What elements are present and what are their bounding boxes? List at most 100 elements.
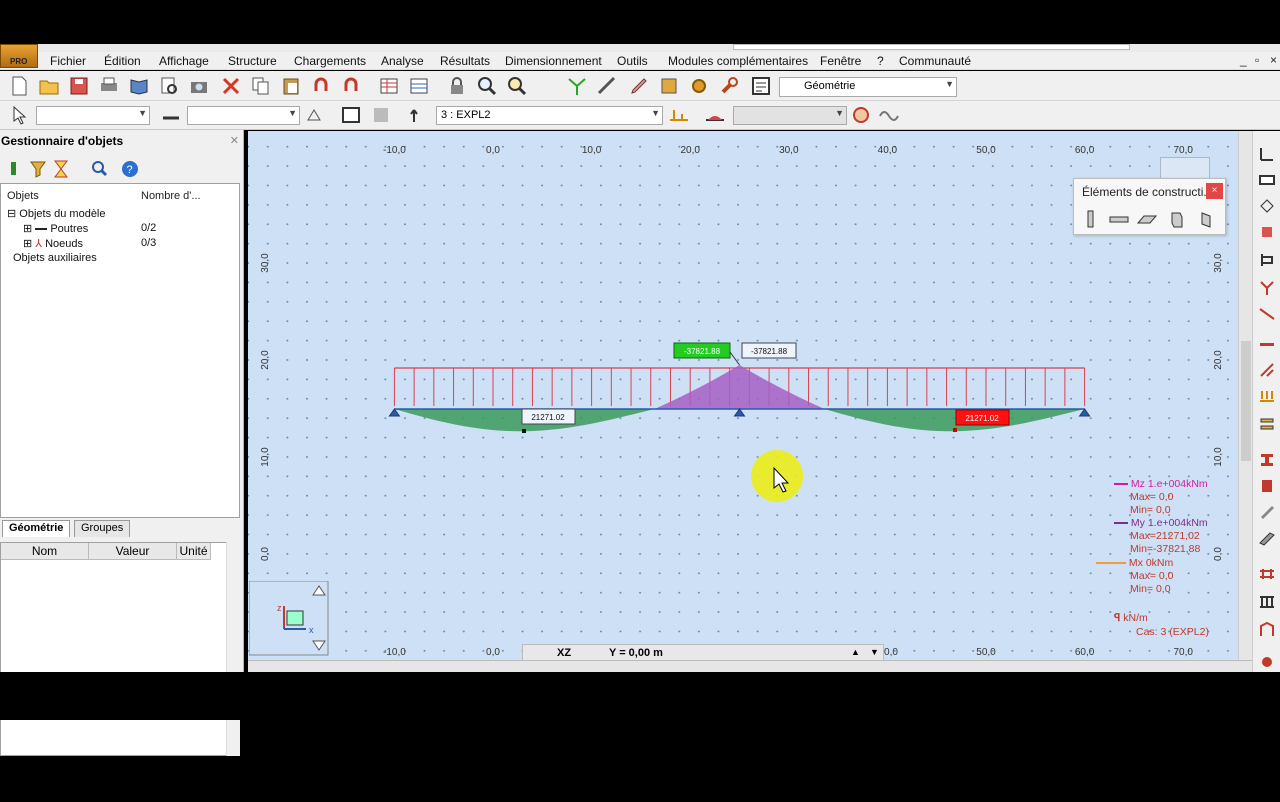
close-icon[interactable]: × — [1206, 183, 1223, 199]
tree-item-beams[interactable]: ⊞ Poutres — [23, 222, 88, 235]
slab-icon[interactable] — [1136, 209, 1158, 229]
horizontal-scrollbar[interactable] — [248, 660, 1252, 672]
menu-outils[interactable]: Outils — [617, 54, 648, 68]
selection-combo[interactable]: ▼ — [36, 106, 150, 125]
settings-icon[interactable] — [688, 75, 710, 97]
mesh-icon[interactable] — [370, 104, 392, 126]
line-tool-icon[interactable] — [1258, 305, 1276, 323]
menu-fichier[interactable]: Fichier — [50, 54, 86, 68]
menu-modules[interactable]: Modules complémentaires — [668, 54, 808, 68]
material-icon[interactable] — [1258, 503, 1276, 521]
rotate-icon[interactable] — [1258, 197, 1276, 215]
load-case-combo[interactable]: 3 : EXPL2 ▼ — [436, 106, 663, 125]
print-preview-icon[interactable] — [158, 75, 180, 97]
vertical-scrollbar[interactable] — [1238, 131, 1252, 660]
load-tool-icon[interactable] — [1258, 361, 1276, 379]
hide-icon[interactable] — [850, 104, 872, 126]
zoom-icon[interactable] — [476, 75, 498, 97]
plane-label[interactable]: XZ — [557, 647, 571, 659]
tree-item-model[interactable]: ⊟ Objets du modèle — [7, 207, 106, 220]
menu-communaute[interactable]: Communauté — [899, 54, 971, 68]
minimize-button[interactable]: _ — [1240, 53, 1247, 67]
open-folder-icon[interactable] — [38, 75, 60, 97]
close-button[interactable]: × — [1270, 53, 1277, 67]
profile-icon[interactable] — [1258, 477, 1276, 495]
wave-icon[interactable] — [878, 104, 900, 126]
load-display-icon[interactable] — [668, 104, 690, 126]
scroll-thumb[interactable] — [1241, 341, 1251, 461]
release-icon[interactable] — [1258, 251, 1276, 269]
axis-triad[interactable]: zx — [249, 581, 329, 656]
i-beam-icon[interactable] — [1258, 451, 1276, 469]
distributed-load-icon[interactable] — [1258, 387, 1276, 405]
view-combo[interactable]: Géométrie ▼ — [779, 77, 957, 97]
beam-icon[interactable] — [1108, 209, 1130, 229]
node-tool-icon[interactable] — [1258, 279, 1276, 297]
lock-icon[interactable] — [446, 75, 468, 97]
menu-analyse[interactable]: Analyse — [381, 54, 424, 68]
axis-icon[interactable] — [1258, 145, 1276, 163]
moment-tool-icon[interactable] — [1258, 415, 1276, 433]
tree-item-aux[interactable]: Objets auxiliaires — [13, 252, 97, 264]
help-icon[interactable]: ? — [119, 158, 141, 180]
copy-icon[interactable] — [250, 75, 272, 97]
structure-icon[interactable] — [1258, 621, 1276, 639]
menu-structure[interactable]: Structure — [228, 54, 277, 68]
close-icon[interactable]: ✕ — [230, 134, 239, 147]
pointer-icon[interactable] — [8, 104, 30, 126]
display-icon[interactable] — [340, 104, 362, 126]
paste-icon[interactable] — [280, 75, 302, 97]
restore-button[interactable]: ▫ — [1255, 53, 1259, 67]
menu-edition[interactable]: Édition — [104, 54, 141, 68]
section-view-icon[interactable] — [1258, 171, 1276, 189]
menu-fenetre[interactable]: Fenêtre — [820, 54, 861, 68]
extra-tool-icon[interactable] — [1258, 653, 1276, 671]
mesh-tool-icon[interactable] — [1258, 565, 1276, 583]
tab-groupes[interactable]: Groupes — [74, 520, 131, 537]
menu-resultats[interactable]: Résultats — [440, 54, 490, 68]
new-file-icon[interactable] — [8, 75, 30, 97]
search-icon[interactable] — [89, 158, 111, 180]
arrow-down-icon[interactable]: ▼ — [870, 647, 879, 657]
diagram-icon[interactable] — [704, 104, 726, 126]
bar-type-combo[interactable]: ▼ — [187, 106, 300, 125]
report-icon[interactable] — [750, 75, 772, 97]
delete-icon[interactable] — [220, 75, 242, 97]
wrench-icon[interactable] — [718, 75, 740, 97]
filter-icon[interactable] — [27, 158, 49, 180]
print-icon[interactable] — [98, 75, 120, 97]
book-icon[interactable] — [128, 75, 150, 97]
hourglass-icon[interactable] — [50, 158, 72, 180]
tree-item-nodes[interactable]: ⊞ ⅄ Noeuds — [23, 237, 83, 250]
load-case-icon[interactable] — [409, 104, 431, 126]
zoom-all-icon[interactable] — [506, 75, 528, 97]
table-icon[interactable] — [378, 75, 400, 97]
pen-icon[interactable]: ╱ — [4, 773, 11, 787]
menu-dimensionnement[interactable]: Dimensionnement — [505, 54, 602, 68]
panel-scrollbar[interactable] — [226, 542, 240, 756]
node-icon[interactable] — [566, 75, 588, 97]
redo-icon[interactable] — [340, 75, 362, 97]
menu-chargements[interactable]: Chargements — [294, 54, 366, 68]
menu-affichage[interactable]: Affichage — [159, 54, 209, 68]
property-icon[interactable] — [304, 104, 326, 126]
grid-tool-icon[interactable] — [1258, 593, 1276, 611]
y-value[interactable]: Y = 0,00 m — [609, 647, 663, 659]
tab-geometrie[interactable]: Géométrie — [2, 520, 71, 537]
spreadsheet-icon[interactable] — [408, 75, 430, 97]
wall-icon[interactable] — [1166, 209, 1188, 229]
undo-icon[interactable] — [310, 75, 332, 97]
display-table-icon[interactable] — [5, 158, 27, 180]
camera-icon[interactable] — [188, 75, 210, 97]
menu-help[interactable]: ? — [877, 54, 884, 68]
edit-icon[interactable] — [628, 75, 650, 97]
measure-icon[interactable] — [596, 75, 618, 97]
bar-tool-icon[interactable] — [1258, 335, 1276, 353]
column-icon[interactable] — [1080, 209, 1102, 229]
thickness-icon[interactable] — [1258, 529, 1276, 547]
save-icon[interactable] — [68, 75, 90, 97]
bar-icon[interactable] — [160, 104, 182, 126]
support-icon[interactable] — [1258, 223, 1276, 241]
arrow-up-icon[interactable]: ▲ — [851, 647, 860, 657]
section-icon[interactable] — [658, 75, 680, 97]
